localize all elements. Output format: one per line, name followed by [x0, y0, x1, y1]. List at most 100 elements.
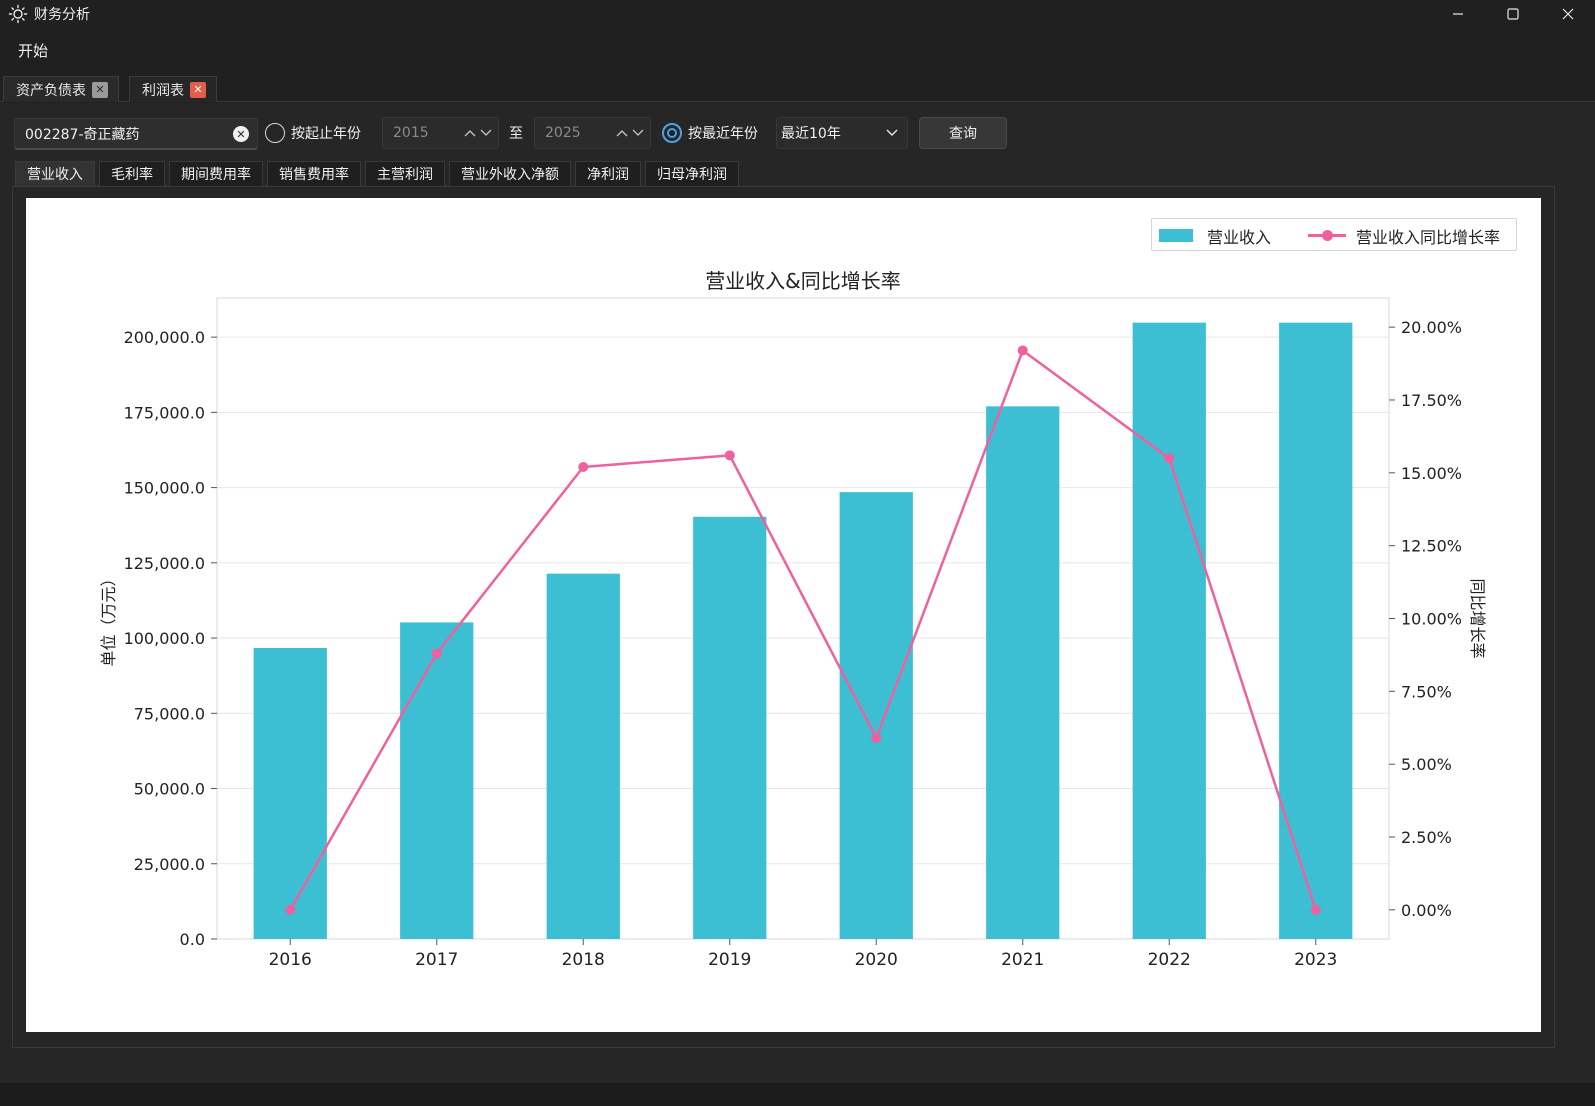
legend-line-swatch — [1308, 229, 1346, 242]
bar-2017 — [400, 622, 474, 939]
chart-legend: 营业收入 营业收入同比增长率 — [1151, 218, 1517, 251]
tab-net-profit[interactable]: 净利润 — [575, 161, 641, 186]
close-button[interactable] — [1540, 0, 1595, 28]
y-tick-label: 125,000.0 — [124, 554, 205, 573]
bar-2023 — [1279, 322, 1353, 939]
x-tick-label: 2017 — [415, 950, 458, 970]
y-tick-label: 25,000.0 — [134, 855, 205, 874]
chevron-up-icon — [464, 130, 476, 137]
x-tick-label: 2023 — [1294, 950, 1337, 970]
y-tick-label: 200,000.0 — [124, 328, 205, 347]
growth-point-2018 — [578, 461, 589, 472]
bar-2021 — [986, 406, 1060, 939]
growth-point-2020 — [871, 732, 882, 743]
tab-operating-revenue[interactable]: 营业收入 — [15, 161, 95, 186]
tab-parent-net-profit[interactable]: 归母净利润 — [645, 161, 739, 186]
bar-2018 — [546, 573, 620, 939]
minimize-icon — [1452, 13, 1463, 15]
tab-period-expense-ratio[interactable]: 期间费用率 — [169, 161, 263, 186]
maximize-button[interactable] — [1485, 0, 1540, 28]
menu-item-start[interactable]: 开始 — [18, 40, 48, 61]
y2-tick-label: 15.00% — [1401, 464, 1462, 483]
growth-point-2016 — [285, 904, 296, 915]
close-icon — [1562, 8, 1573, 20]
growth-point-2019 — [724, 450, 735, 461]
x-tick-label: 2022 — [1148, 950, 1191, 970]
close-icon[interactable]: ✕ — [190, 81, 206, 98]
chart-title: 营业收入&同比增长率 — [705, 269, 901, 293]
tab-label: 资产负债表 — [16, 82, 86, 99]
legend-item-growth: 营业收入同比增长率 — [1308, 219, 1500, 252]
y2-tick-label: 20.00% — [1401, 318, 1462, 337]
y-tick-label: 100,000.0 — [124, 629, 205, 648]
menu-bar: 开始 — [0, 34, 1595, 66]
revenue-chart: 0.0 25,000.0 50,000.0 75,000.0 100,000.0 125,… — [99, 269, 1487, 970]
document-tabs: 资产负债表 ✕ 利润表 ✕ — [0, 76, 1595, 102]
clear-icon[interactable]: ✕ — [233, 126, 249, 142]
y2-tick-label: 5.00% — [1401, 755, 1452, 774]
radio-checked-icon[interactable] — [662, 123, 682, 143]
maximize-icon — [1506, 8, 1519, 20]
growth-point-2017 — [431, 648, 442, 659]
radio-by-recent[interactable]: 按最近年份 — [662, 123, 758, 143]
legend-label: 营业收入 — [1207, 227, 1272, 247]
y2-tick-label: 0.00% — [1401, 901, 1452, 920]
end-year-spinbox[interactable]: 2025 — [534, 117, 651, 149]
growth-point-2022 — [1164, 453, 1175, 464]
x-tick-label: 2016 — [269, 950, 312, 970]
tab-balance-sheet[interactable]: 资产负债表 ✕ — [3, 76, 119, 102]
sun-icon — [7, 3, 29, 25]
y2-tick-label: 10.00% — [1401, 610, 1462, 629]
legend-item-revenue: 营业收入 — [1159, 219, 1271, 252]
status-bar — [0, 1083, 1595, 1106]
minimize-button[interactable] — [1430, 0, 1485, 28]
radio-by-recent-label: 按最近年份 — [688, 126, 758, 142]
title-bar: 财务分析 — [0, 0, 1595, 28]
recent-years-dropdown[interactable]: 最近10年 — [776, 117, 908, 149]
y2-axis-label: 同比增长率 — [1468, 578, 1487, 658]
legend-bar-swatch — [1159, 229, 1193, 242]
query-button[interactable]: 查询 — [919, 117, 1007, 149]
growth-point-2021 — [1017, 345, 1028, 356]
end-year-value: 2025 — [545, 125, 581, 141]
radio-unchecked-icon[interactable] — [265, 123, 285, 143]
y-tick-label: 150,000.0 — [124, 479, 205, 498]
radio-by-range-label: 按起止年份 — [291, 126, 361, 142]
y-tick-label: 175,000.0 — [124, 403, 205, 422]
x-tick-label: 2021 — [1001, 950, 1044, 970]
tab-main-profit[interactable]: 主营利润 — [365, 161, 445, 186]
y-tick-label: 75,000.0 — [134, 704, 205, 723]
bar-2022 — [1132, 322, 1206, 939]
chevron-up-icon — [616, 130, 628, 137]
y2-tick-label: 12.50% — [1401, 537, 1462, 556]
start-year-value: 2015 — [393, 125, 429, 141]
start-year-spinbox[interactable]: 2015 — [382, 117, 499, 149]
chart-area: 0.0 25,000.0 50,000.0 75,000.0 100,000.0 125,… — [26, 198, 1541, 1032]
tab-income-statement[interactable]: 利润表 ✕ — [129, 76, 217, 102]
y-tick-label: 50,000.0 — [134, 780, 205, 799]
x-tick-label: 2019 — [708, 950, 751, 970]
y-axis-label: 单位（万元） — [99, 570, 118, 666]
x-tick-label: 2018 — [562, 950, 605, 970]
to-label: 至 — [509, 126, 523, 142]
y2-tick-label: 17.50% — [1401, 391, 1462, 410]
close-icon[interactable]: ✕ — [92, 81, 108, 98]
growth-point-2023 — [1310, 904, 1321, 915]
y2-tick-label: 7.50% — [1401, 682, 1452, 701]
stock-search-field[interactable]: ✕ — [14, 118, 258, 150]
legend-label: 营业收入同比增长率 — [1356, 227, 1501, 247]
metric-tabs: 营业收入 毛利率 期间费用率 销售费用率 主营利润 营业外收入净额 净利润 归母… — [15, 161, 739, 186]
stock-input[interactable] — [25, 125, 225, 142]
recent-years-value: 最近10年 — [781, 126, 841, 142]
window-title: 财务分析 — [34, 7, 90, 23]
tab-gross-margin[interactable]: 毛利率 — [99, 161, 165, 186]
radio-by-range[interactable]: 按起止年份 — [265, 123, 361, 143]
bar-2020 — [839, 492, 913, 939]
tab-label: 利润表 — [142, 82, 184, 99]
y-tick-label: 0.0 — [180, 930, 205, 949]
x-tick-label: 2020 — [855, 950, 898, 970]
tab-non-operating-income[interactable]: 营业外收入净额 — [449, 161, 571, 186]
tab-sales-expense-ratio[interactable]: 销售费用率 — [267, 161, 361, 186]
chevron-down-icon — [885, 128, 899, 138]
bar-2016 — [253, 647, 327, 939]
